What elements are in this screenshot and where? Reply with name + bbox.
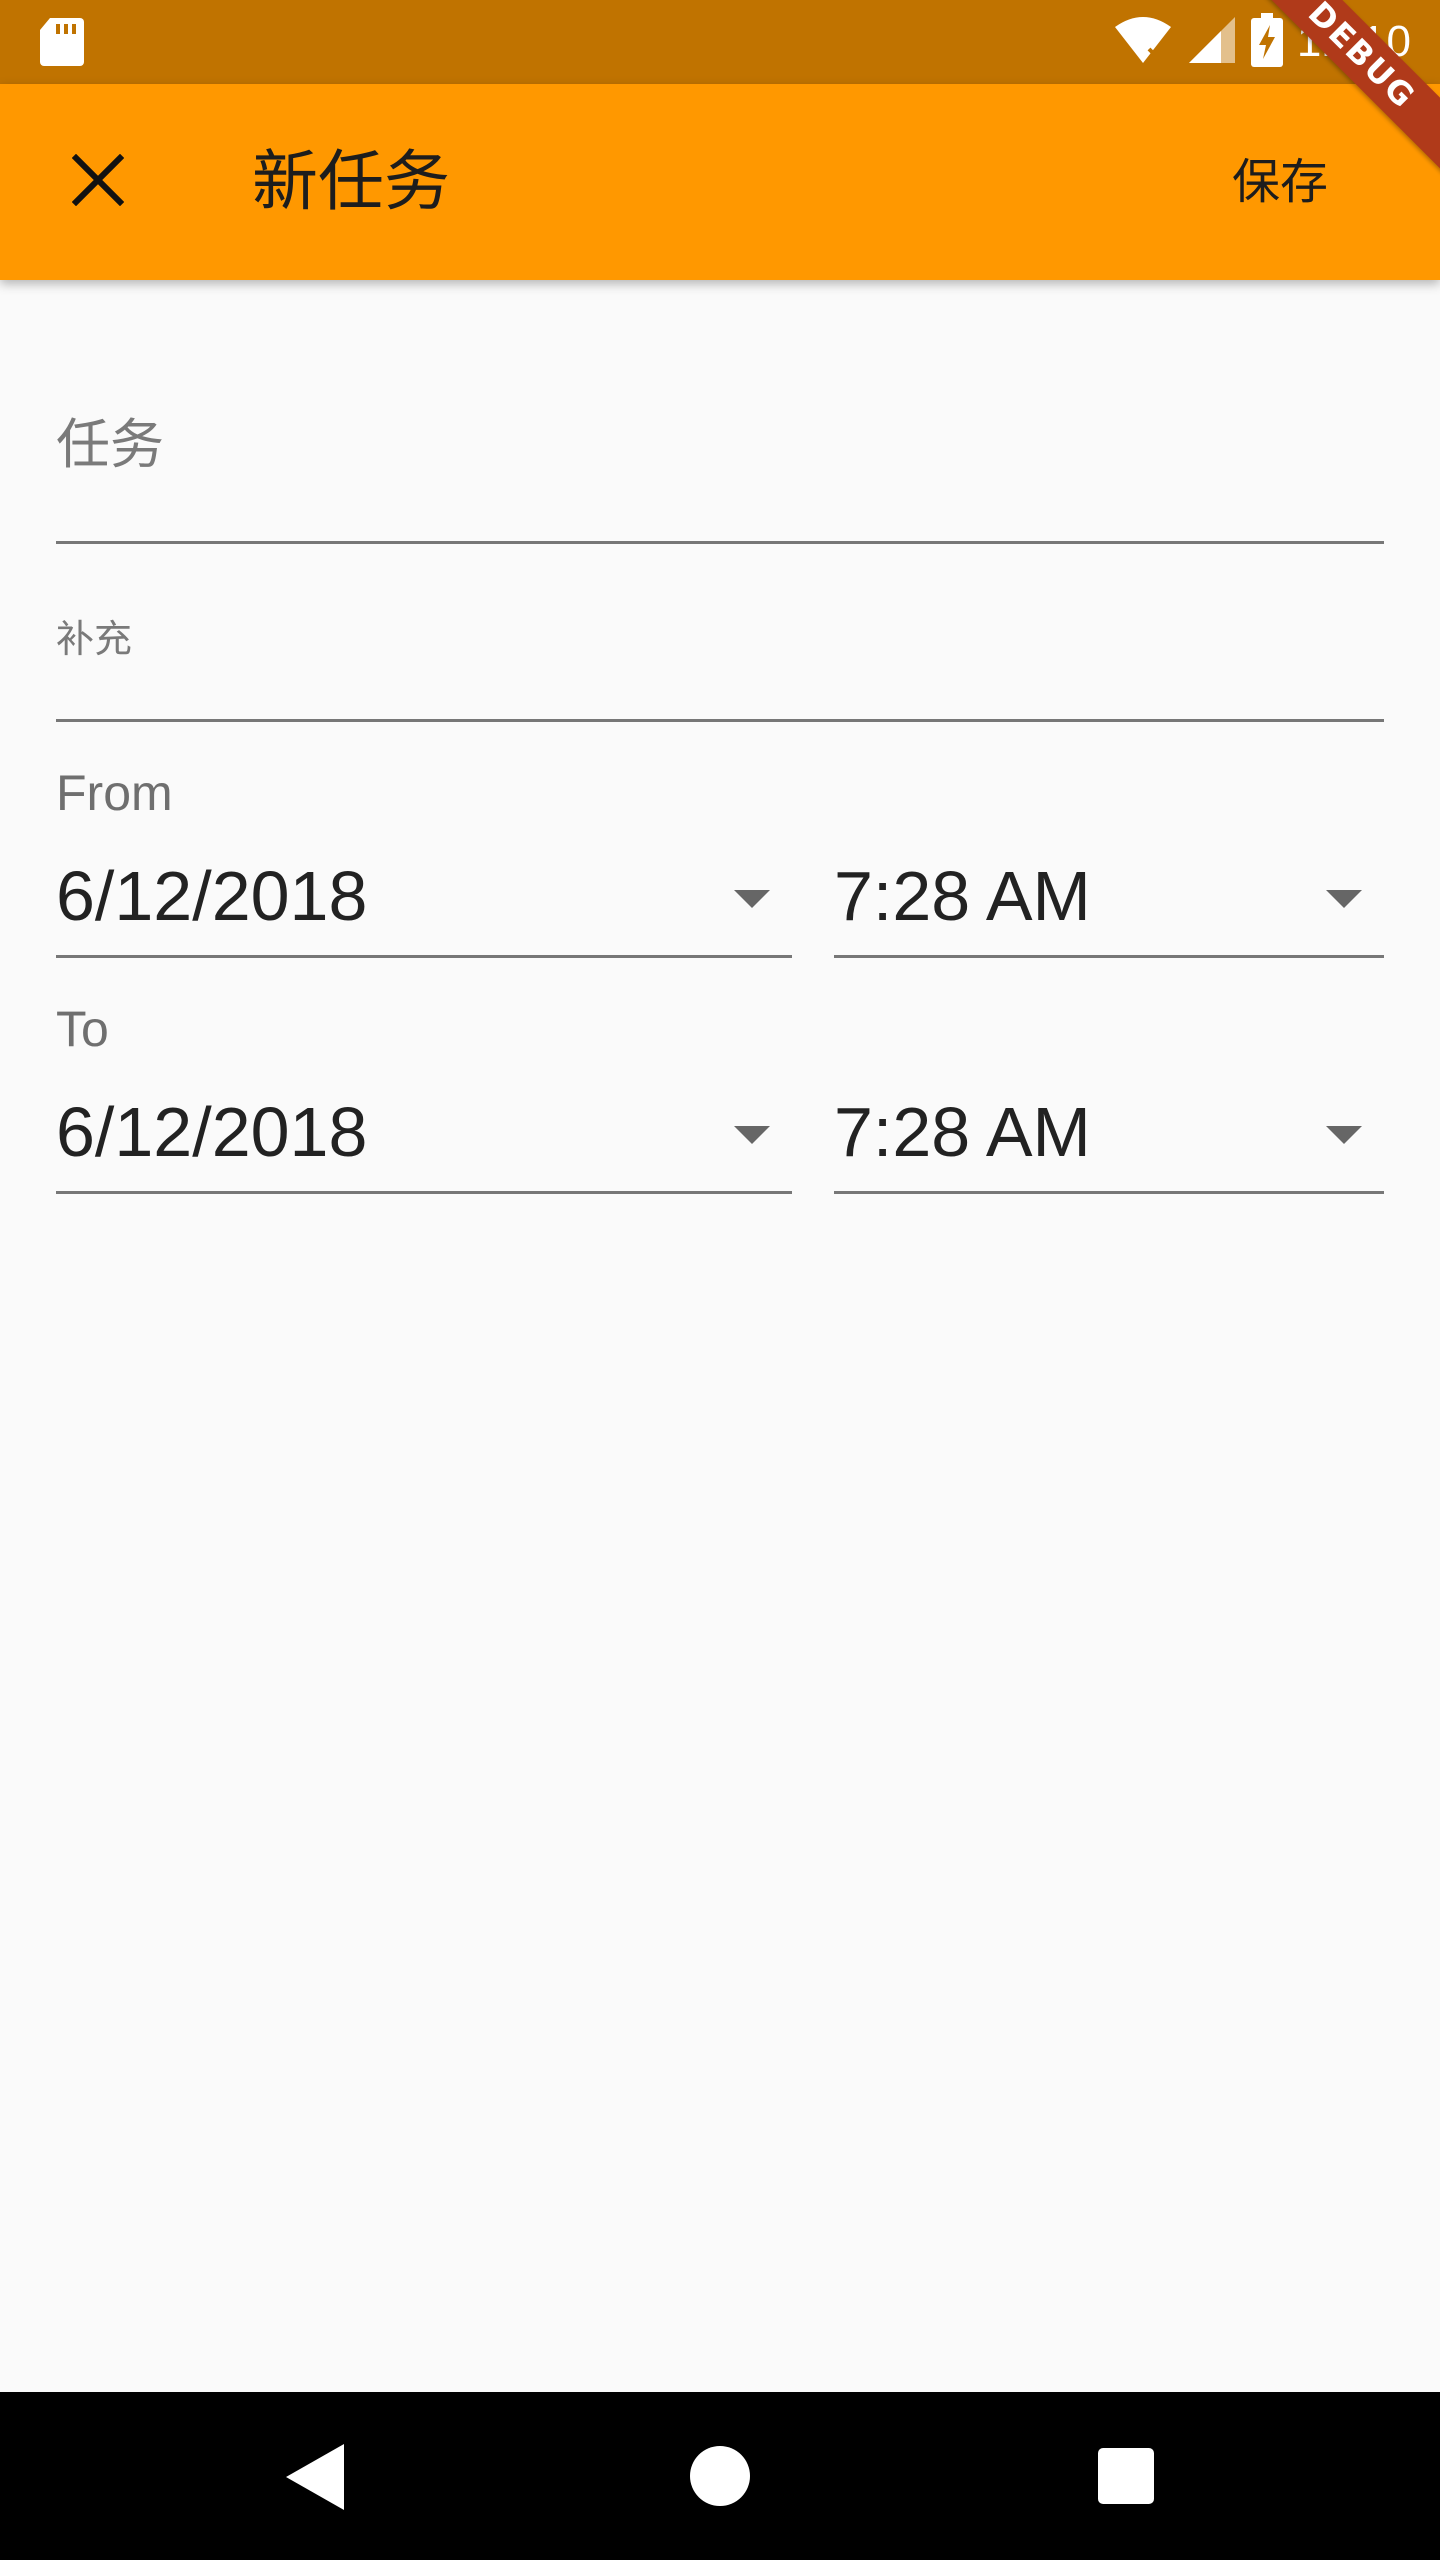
screen: 12:10 DEBUG 新任务 保存 任务 补充 From 6/12/2018 … (0, 0, 1440, 2560)
note-input[interactable]: 补充 (56, 590, 1384, 722)
signal-icon (1187, 15, 1237, 69)
page-title: 新任务 (252, 143, 450, 220)
dropdown-arrow-icon (1326, 890, 1362, 908)
dropdown-arrow-icon (1326, 1126, 1362, 1144)
close-button[interactable] (40, 124, 156, 240)
from-time-underline (834, 955, 1384, 958)
from-date-underline (56, 955, 792, 958)
home-icon[interactable] (690, 2446, 750, 2506)
from-date-picker[interactable]: 6/12/2018 (56, 848, 792, 958)
from-time-picker[interactable]: 7:28 AM (834, 848, 1384, 958)
wifi-icon (1113, 15, 1173, 69)
to-time-underline (834, 1191, 1384, 1194)
task-underline (56, 541, 1384, 544)
to-label: To (56, 1001, 109, 1057)
recents-icon[interactable] (1098, 2448, 1154, 2504)
from-time-value: 7:28 AM (834, 857, 1091, 935)
back-icon[interactable] (284, 2442, 348, 2512)
from-date-value: 6/12/2018 (56, 857, 368, 935)
task-placeholder: 任务 (56, 413, 164, 476)
navigation-bar (0, 2392, 1440, 2560)
task-input[interactable]: 任务 (56, 360, 1384, 544)
from-label: From (56, 765, 173, 821)
to-time-value: 7:28 AM (834, 1093, 1091, 1171)
note-underline (56, 719, 1384, 722)
to-date-value: 6/12/2018 (56, 1093, 368, 1171)
sd-card-icon (40, 16, 84, 68)
dropdown-arrow-icon (734, 890, 770, 908)
dropdown-arrow-icon (734, 1126, 770, 1144)
to-date-underline (56, 1191, 792, 1194)
close-icon (71, 153, 125, 210)
app-bar: 新任务 保存 (0, 84, 1440, 280)
to-date-picker[interactable]: 6/12/2018 (56, 1084, 792, 1194)
status-bar: 12:10 (0, 0, 1440, 84)
note-placeholder: 补充 (56, 617, 133, 661)
battery-charging-icon (1250, 13, 1283, 71)
save-button[interactable]: 保存 (1208, 132, 1352, 232)
to-time-picker[interactable]: 7:28 AM (834, 1084, 1384, 1194)
